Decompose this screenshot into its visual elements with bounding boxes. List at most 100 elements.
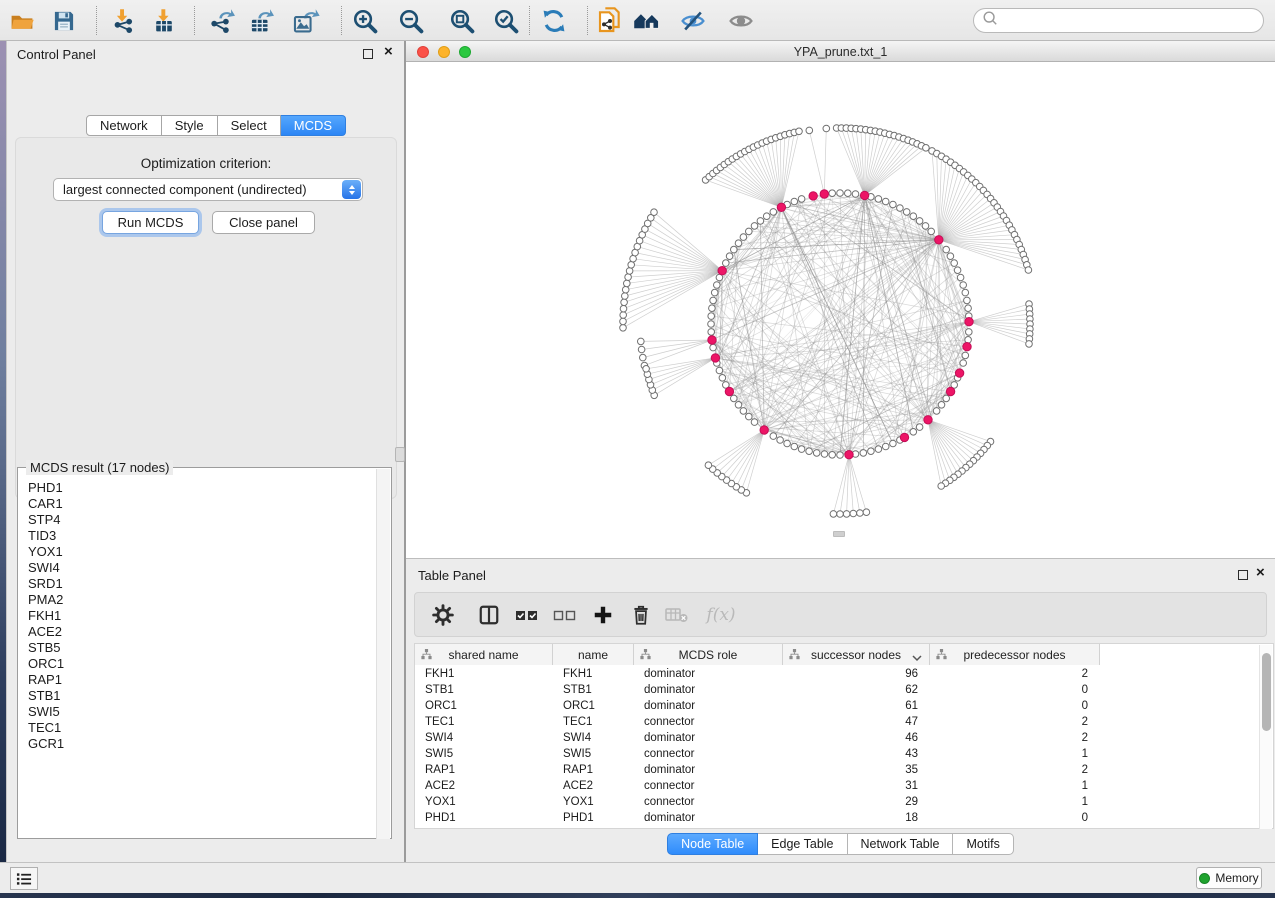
table-row[interactable]: STB1STB1dominator620	[415, 682, 1261, 698]
tab-node-table[interactable]: Node Table	[667, 833, 758, 855]
table-scrollbar-thumb[interactable]	[1262, 653, 1271, 731]
table-row[interactable]: ORC1ORC1dominator610	[415, 698, 1261, 714]
network-node[interactable]	[731, 395, 738, 402]
memory-button[interactable]: Memory	[1196, 867, 1262, 889]
network-node[interactable]	[719, 375, 726, 382]
select-all-icon[interactable]	[515, 603, 539, 627]
mcds-hub-node[interactable]	[809, 192, 817, 200]
network-leaf-node[interactable]	[638, 346, 645, 353]
network-node[interactable]	[938, 402, 945, 409]
network-leaf-node[interactable]	[923, 145, 930, 152]
network-node[interactable]	[829, 190, 836, 197]
tab-style[interactable]: Style	[162, 115, 218, 136]
network-node[interactable]	[740, 408, 747, 415]
network-node[interactable]	[957, 274, 964, 281]
search-input[interactable]	[998, 14, 1263, 28]
column-header-name[interactable]: name	[553, 644, 634, 665]
network-leaf-node[interactable]	[823, 125, 830, 132]
mcds-hub-node[interactable]	[845, 451, 853, 459]
network-leaf-node[interactable]	[620, 312, 627, 319]
mcds-result-item[interactable]: RAP1	[20, 672, 376, 688]
mcds-hub-node[interactable]	[760, 426, 768, 434]
network-node[interactable]	[710, 344, 717, 351]
mcds-result-item[interactable]: ORC1	[20, 656, 376, 672]
network-node[interactable]	[731, 246, 738, 253]
network-node[interactable]	[943, 246, 950, 253]
mcds-result-item[interactable]: TEC1	[20, 720, 376, 736]
tab-network[interactable]: Network	[86, 115, 162, 136]
table-row[interactable]: YOX1YOX1connector291	[415, 794, 1261, 810]
network-leaf-node[interactable]	[624, 280, 631, 287]
network-leaf-node[interactable]	[620, 318, 627, 325]
show-columns-icon[interactable]	[477, 603, 501, 627]
network-node[interactable]	[916, 424, 923, 431]
network-node[interactable]	[813, 450, 820, 457]
network-leaf-node[interactable]	[628, 262, 635, 269]
network-node[interactable]	[723, 260, 730, 267]
network-node[interactable]	[791, 443, 798, 450]
optimization-criterion-select[interactable]: largest connected component (undirected)	[53, 178, 363, 201]
network-node[interactable]	[897, 205, 904, 212]
zoom-fit-icon[interactable]	[448, 7, 476, 35]
mcds-result-item[interactable]: FKH1	[20, 608, 376, 624]
network-node[interactable]	[806, 448, 813, 455]
home-networks-icon[interactable]	[633, 7, 661, 35]
table-scrollbar[interactable]	[1259, 645, 1272, 829]
import-network-icon[interactable]	[110, 7, 138, 35]
network-leaf-node[interactable]	[651, 209, 658, 216]
network-leaf-node[interactable]	[1026, 341, 1033, 348]
network-leaf-node[interactable]	[1025, 267, 1032, 274]
network-node[interactable]	[903, 209, 910, 216]
mcds-result-item[interactable]: GCR1	[20, 736, 376, 752]
network-leaf-node[interactable]	[830, 511, 837, 518]
deselect-all-icon[interactable]	[553, 603, 577, 627]
network-node[interactable]	[890, 201, 897, 208]
mcds-result-item[interactable]: SWI5	[20, 704, 376, 720]
open-file-icon[interactable]	[8, 7, 36, 35]
zoom-in-icon[interactable]	[351, 7, 379, 35]
network-leaf-node[interactable]	[638, 338, 645, 345]
network-node[interactable]	[868, 448, 875, 455]
network-node[interactable]	[740, 234, 747, 241]
mcds-hub-node[interactable]	[965, 318, 973, 326]
table-row[interactable]: RAP1RAP1dominator352	[415, 762, 1261, 778]
mcds-result-item[interactable]: TID3	[20, 528, 376, 544]
network-node[interactable]	[837, 190, 844, 197]
network-node[interactable]	[966, 329, 973, 336]
delete-column-icon[interactable]	[629, 603, 653, 627]
mcds-hub-node[interactable]	[820, 190, 828, 198]
network-leaf-node[interactable]	[626, 268, 633, 275]
network-node[interactable]	[821, 451, 828, 458]
search-box[interactable]	[973, 8, 1264, 33]
network-node[interactable]	[735, 240, 742, 247]
network-node[interactable]	[784, 440, 791, 447]
mcds-result-item[interactable]: STB1	[20, 688, 376, 704]
mcds-result-item[interactable]: CAR1	[20, 496, 376, 512]
network-node[interactable]	[882, 443, 889, 450]
network-leaf-node[interactable]	[620, 325, 627, 332]
network-leaf-node[interactable]	[705, 462, 712, 469]
export-table-icon[interactable]	[247, 7, 275, 35]
network-node[interactable]	[965, 305, 972, 312]
table-row[interactable]: TEC1TEC1connector472	[415, 714, 1261, 730]
mcds-hub-node[interactable]	[955, 369, 963, 377]
network-node[interactable]	[947, 253, 954, 260]
column-header-shared-name[interactable]: shared name	[415, 644, 553, 665]
network-node[interactable]	[837, 452, 844, 459]
network-node[interactable]	[708, 313, 715, 320]
network-node[interactable]	[910, 429, 917, 436]
network-node[interactable]	[960, 282, 967, 289]
network-node[interactable]	[770, 209, 777, 216]
mcds-hub-node[interactable]	[708, 336, 716, 344]
network-node[interactable]	[708, 321, 715, 328]
network-node[interactable]	[735, 402, 742, 409]
mcds-hub-node[interactable]	[725, 387, 733, 395]
network-node[interactable]	[716, 367, 723, 374]
mcds-hub-node[interactable]	[900, 433, 908, 441]
mcds-hub-node[interactable]	[860, 191, 868, 199]
mcds-result-item[interactable]: SRD1	[20, 576, 376, 592]
network-node[interactable]	[875, 446, 882, 453]
run-mcds-button[interactable]: Run MCDS	[102, 211, 199, 234]
horizontal-splitter-handle[interactable]	[833, 531, 845, 537]
vertical-splitter-handle[interactable]	[395, 447, 405, 462]
